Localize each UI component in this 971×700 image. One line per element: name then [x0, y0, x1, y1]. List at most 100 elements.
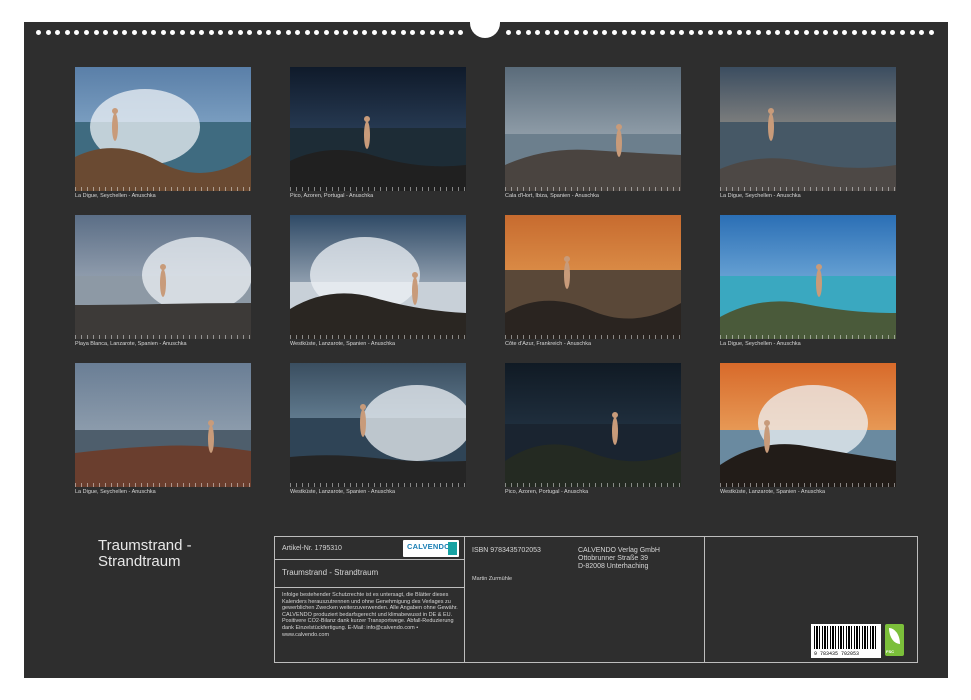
photo-thumbnail	[505, 215, 681, 339]
binding-hole	[189, 30, 195, 35]
binding-hole	[708, 30, 713, 35]
binding-hole	[410, 30, 416, 35]
month-day-strip	[75, 335, 251, 339]
binding-hole	[727, 30, 733, 35]
binding-hole	[266, 30, 272, 35]
photo-thumbnail	[75, 363, 251, 487]
photo-caption: La Digue, Seychellen - Anuschka	[75, 193, 156, 199]
binding-hole	[256, 30, 262, 35]
month-day-strip	[290, 483, 466, 487]
photo-image	[290, 67, 466, 191]
month-day-strip	[720, 187, 896, 191]
month-day-strip	[290, 187, 466, 191]
binding-hole	[36, 30, 41, 35]
photo-thumbnail	[290, 67, 466, 191]
binding-hole	[439, 30, 445, 35]
calvendo-logo-text: CALVENDO	[407, 542, 451, 551]
photo-thumbnail	[75, 67, 251, 191]
hanger-notch	[470, 12, 500, 38]
binding-hole	[909, 30, 915, 35]
binding-hole	[612, 30, 617, 35]
binding-hole	[631, 30, 637, 35]
publisher-name: CALVENDO Verlag GmbH	[578, 547, 660, 554]
binding-hole	[564, 30, 569, 35]
isbn: ISBN 9783435702053	[472, 547, 541, 554]
binding-hole	[919, 30, 925, 35]
binding-hole	[112, 30, 118, 35]
binding-hole	[372, 30, 377, 35]
product-title: Traumstrand - Strandtraum	[282, 568, 379, 577]
binding-hole	[180, 30, 185, 35]
leaf-shape	[889, 628, 900, 644]
photo-thumbnail	[290, 363, 466, 487]
binding-hole	[458, 30, 464, 35]
binding-hole	[45, 30, 51, 35]
photo-image	[720, 67, 896, 191]
photo-caption: Westküste, Lanzarote, Spanien - Anuschka	[720, 489, 826, 495]
binding-hole	[218, 30, 224, 35]
binding-hole	[362, 30, 368, 35]
photo-thumbnail	[505, 67, 681, 191]
binding-hole	[55, 30, 61, 35]
photo-image	[75, 67, 251, 191]
binding-hole	[544, 30, 550, 35]
binding-hole	[506, 30, 512, 35]
photo-caption: La Digue, Seychellen - Anuschka	[75, 489, 156, 495]
binding-hole	[74, 30, 80, 35]
binding-hole	[516, 30, 521, 35]
photo-thumbnail	[75, 215, 251, 339]
photo-caption: Côte d'Azur, Frankreich - Anuschka	[505, 341, 592, 347]
month-day-strip	[505, 335, 681, 339]
photo-thumbnail	[505, 363, 681, 487]
binding-hole	[813, 30, 819, 35]
binding-hole	[602, 30, 608, 35]
binding-hole	[304, 30, 310, 35]
article-number: Artikel-Nr. 1795310	[282, 545, 342, 552]
photo-caption: Pico, Azoren, Portugal - Anuschka	[505, 489, 589, 495]
binding-hole	[804, 30, 809, 35]
month-day-strip	[720, 335, 896, 339]
binding-hole	[823, 30, 829, 35]
binding-hole	[928, 30, 934, 35]
binding-hole	[756, 30, 761, 35]
binding-hole	[535, 30, 541, 35]
calendar-title: Traumstrand - Strandtraum	[98, 538, 258, 570]
month-day-strip	[505, 187, 681, 191]
photo-caption: La Digue, Seychellen - Anuschka	[720, 341, 801, 347]
binding-hole	[141, 30, 147, 35]
photo-image	[75, 363, 251, 487]
month-day-strip	[75, 483, 251, 487]
binding-hole	[832, 30, 838, 35]
photo-caption: Westküste, Lanzarote, Spanien - Anuschka	[290, 489, 396, 495]
photo-caption: Westküste, Lanzarote, Spanien - Anuschka	[290, 341, 396, 347]
binding-hole	[688, 30, 694, 35]
calvendo-logo: CALVENDO ​	[403, 540, 459, 557]
photo-image	[505, 363, 681, 487]
binding-hole	[276, 30, 281, 35]
month-day-strip	[505, 483, 681, 487]
binding-hole	[669, 30, 675, 35]
binding-hole	[381, 30, 387, 35]
info-divider	[275, 587, 464, 588]
author: Martin Zurmühle	[472, 576, 513, 582]
calendar-back-sheet: La Digue, Seychellen - Anuschka Pico, Azo…	[24, 12, 948, 678]
month-day-strip	[75, 187, 251, 191]
binding-hole	[122, 30, 128, 35]
photo-thumbnail	[720, 215, 896, 339]
barcode-bars	[814, 626, 878, 649]
binding-hole	[554, 30, 560, 35]
photo-caption: Cala d'Hort, Ibiza, Spanien - Anuschka	[505, 193, 599, 199]
binding-hole	[314, 30, 320, 35]
publisher-street: Ottobrunner Straße 39	[578, 555, 649, 562]
binding-hole	[525, 30, 531, 35]
binding-hole	[890, 30, 896, 35]
binding-hole	[333, 30, 339, 35]
binding-hole	[746, 30, 752, 35]
binding-hole	[64, 30, 70, 35]
month-day-strip	[720, 483, 896, 487]
binding-hole	[247, 30, 253, 35]
binding-hole	[852, 30, 857, 35]
binding-hole	[160, 30, 166, 35]
photo-image	[290, 363, 466, 487]
photo-caption: Pico, Azoren, Portugal - Anuschka	[290, 193, 374, 199]
